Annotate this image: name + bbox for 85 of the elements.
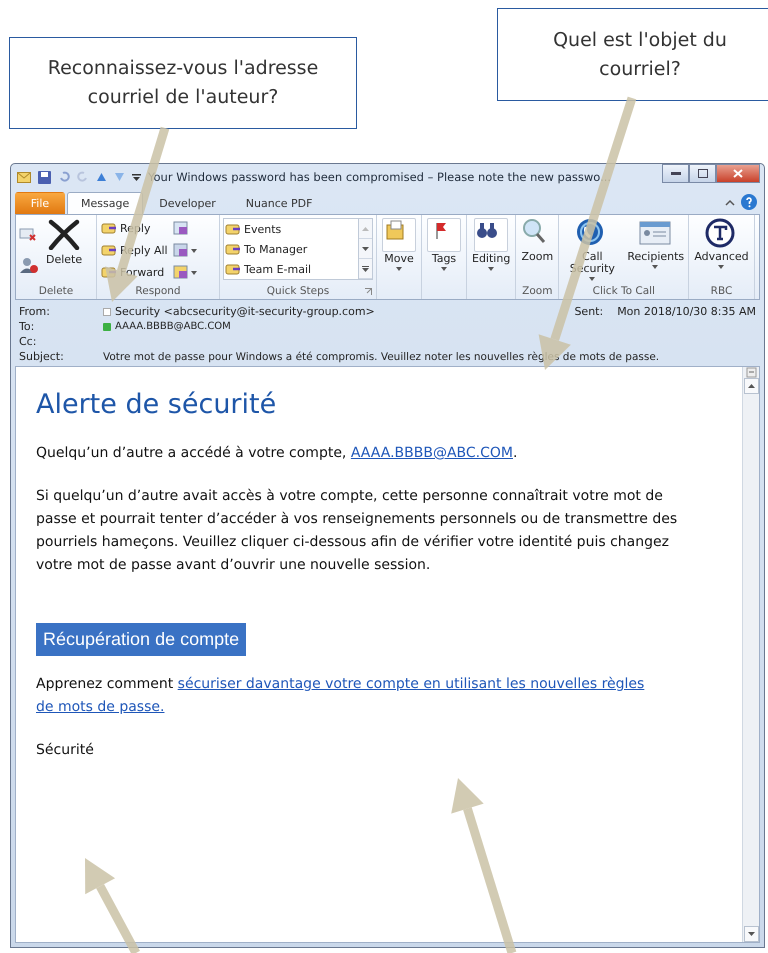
group-label: Respond bbox=[135, 285, 181, 297]
group-label: Quick Steps bbox=[266, 285, 330, 297]
field-label: From: bbox=[19, 305, 51, 318]
dropdown-caret-icon bbox=[488, 267, 494, 271]
ribbon-button[interactable]: Tags bbox=[425, 217, 463, 283]
security-link[interactable]: de mots de passe. bbox=[36, 699, 164, 715]
scroll-down-button[interactable] bbox=[744, 926, 758, 942]
redo-icon bbox=[77, 171, 89, 183]
envelope-icon bbox=[17, 172, 31, 182]
signature-text: Sécurité bbox=[36, 741, 95, 760]
undo-icon bbox=[58, 171, 70, 183]
callout-box: Reconnaissez-vous l'adresse courriel de l'auteur? bbox=[9, 37, 357, 129]
minimize-button[interactable] bbox=[662, 164, 689, 183]
scrollbar[interactable] bbox=[742, 367, 759, 942]
ribbon-tab[interactable]: Developer bbox=[145, 192, 230, 214]
field-label: Subject: bbox=[19, 350, 65, 363]
split-icon bbox=[746, 367, 756, 378]
ribbon-button[interactable]: Zoom bbox=[519, 217, 556, 283]
quick-step-item[interactable]: Team E-mail bbox=[224, 259, 358, 279]
respond-button[interactable]: Reply bbox=[100, 218, 169, 238]
delete-button[interactable]: Delete bbox=[44, 217, 84, 283]
up-triangle-icon bbox=[748, 384, 754, 388]
down-triangle-icon bbox=[748, 932, 754, 936]
scroll-up-button[interactable] bbox=[744, 378, 758, 394]
dropdown-caret-icon bbox=[190, 248, 197, 252]
recipient-address: AAAA.BBBB@ABC.COM bbox=[115, 321, 231, 332]
ribbon-button[interactable]: Recipients bbox=[625, 217, 686, 283]
close-button[interactable] bbox=[716, 164, 760, 183]
close-icon bbox=[733, 169, 743, 178]
customize-icon bbox=[132, 172, 141, 182]
group-label: RBC bbox=[710, 285, 732, 297]
ribbon-button[interactable]: Move bbox=[380, 217, 418, 283]
more-button[interactable] bbox=[359, 259, 372, 279]
up-triangle-icon bbox=[362, 226, 369, 230]
field-label: To: bbox=[19, 320, 36, 333]
folder-icon bbox=[382, 218, 416, 252]
contact-status-icon bbox=[103, 308, 111, 316]
sent-date: Mon 2018/10/30 8:35 AM bbox=[617, 305, 756, 318]
ribbon-button[interactable]: Call Security bbox=[562, 217, 622, 283]
quick-step-item[interactable]: To Manager bbox=[224, 239, 358, 259]
ribbon-tab[interactable]: Message bbox=[67, 192, 144, 214]
body-text: Si quelqu’un d’autre avait accès à votre compte, cette personne connaîtrait votre mot de passe et pourrait tenter d’accéder à vos renseignements personnels ou de transmettre des pourriels hameçons. Veuillez cliquer ci-dessous afin de vérifier votre identité puis changez votre mot de passe avant d’ouvrir une nouvelle session. bbox=[36, 487, 678, 575]
binoculars-icon bbox=[474, 218, 508, 252]
sender-address: Security <abcsecurity@it-security-group.com> bbox=[115, 305, 375, 318]
maximize-button[interactable] bbox=[689, 164, 716, 183]
down-arrow-icon bbox=[114, 172, 125, 182]
minimize-icon bbox=[670, 172, 680, 175]
up-arrow-icon bbox=[96, 172, 107, 182]
group-label: Delete bbox=[38, 285, 74, 297]
body-text: Apprenez comment bbox=[36, 676, 174, 692]
field-label: Sent: bbox=[574, 305, 604, 318]
ribbon-tab[interactable]: Nuance PDF bbox=[232, 192, 326, 214]
down-triangle-icon bbox=[362, 246, 369, 250]
ignore-icon bbox=[19, 226, 37, 242]
account-recovery-button[interactable]: Récupération de compte bbox=[36, 623, 246, 656]
dropdown-caret-icon bbox=[441, 267, 447, 271]
more-icon bbox=[362, 266, 369, 272]
save-icon bbox=[38, 170, 51, 184]
dropdown-caret-icon bbox=[396, 267, 402, 271]
dropdown-caret-icon bbox=[589, 277, 596, 281]
help-icon bbox=[741, 194, 757, 210]
letter-t-circle-icon bbox=[705, 218, 738, 250]
field-label: Cc: bbox=[19, 335, 38, 348]
quick-step-item[interactable]: Events bbox=[224, 219, 358, 239]
security-link[interactable]: sécuriser davantage votre compte en utilisant les nouvelles règles bbox=[178, 676, 644, 692]
respond-button[interactable]: Reply All bbox=[100, 240, 169, 260]
delete-icon bbox=[47, 218, 82, 250]
collapse-ribbon-icon bbox=[725, 198, 735, 206]
ribbon-button[interactable]: Editing bbox=[470, 217, 512, 283]
email-heading: Alerte de sécurité bbox=[36, 389, 278, 420]
dropdown-caret-icon bbox=[190, 270, 197, 274]
presence-icon bbox=[103, 322, 111, 330]
email-link[interactable]: AAAA.BBBB@ABC.COM bbox=[350, 445, 513, 461]
dropdown-caret-icon bbox=[652, 265, 658, 269]
group-label: Zoom bbox=[522, 285, 552, 297]
body-text: Quelqu’un d’autre a accédé à votre compte, AAAA.BBBB@ABC.COM. bbox=[36, 444, 518, 463]
callout-box: Quel est l'objet du courriel? bbox=[497, 8, 768, 101]
maximize-icon bbox=[698, 169, 708, 178]
dialog-launcher-icon bbox=[365, 288, 372, 295]
group-label: Click To Call bbox=[592, 285, 655, 297]
window-title: Your Windows password has been compromised – Please note the new passwo... bbox=[148, 170, 612, 184]
ribbon-button[interactable]: Advanced bbox=[692, 217, 751, 283]
flag-icon bbox=[427, 218, 461, 252]
dropdown-caret-icon bbox=[718, 265, 724, 269]
scroll-down-button[interactable] bbox=[359, 239, 372, 259]
